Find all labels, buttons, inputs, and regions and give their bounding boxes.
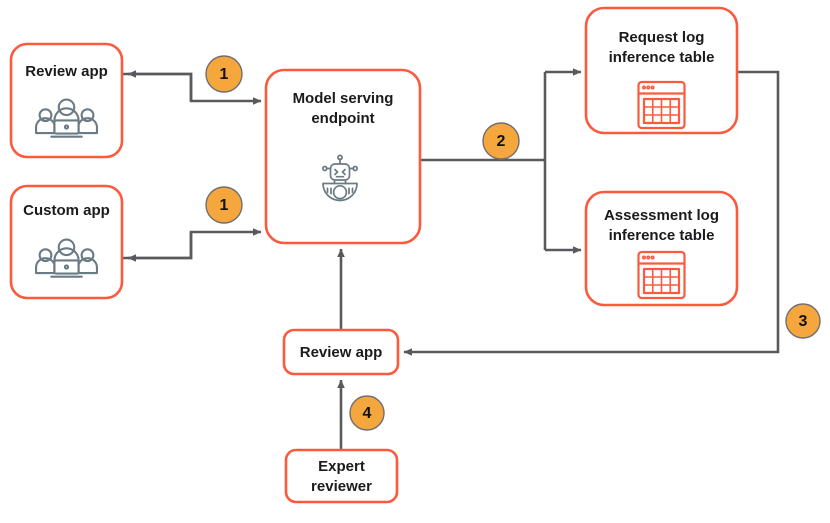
workflow-diagram: Review app Custom app Model serving endp…	[0, 0, 830, 523]
node-assessment-log-inference-table[interactable]: Assessment log inference table	[584, 190, 739, 307]
step-badge-number: 2	[497, 133, 506, 150]
step-badge-1-top[interactable]: 1	[205, 55, 243, 93]
connector-endpoint-to-custom-app	[127, 232, 193, 262]
node-custom-app[interactable]: Custom app	[9, 184, 124, 300]
node-model-serving-endpoint[interactable]: Model serving endpoint	[264, 68, 422, 245]
node-request-log-inference-table[interactable]: Request log inference table	[584, 6, 739, 135]
step-badge-number: 3	[799, 313, 808, 330]
node-review-app-top[interactable]: Review app	[9, 42, 124, 159]
custom-app-label: Custom app	[23, 202, 110, 219]
step-badge-3[interactable]: 3	[785, 303, 821, 339]
model-serving-endpoint-label-line1: Model serving	[293, 90, 394, 107]
step-badge-2[interactable]: 2	[482, 122, 520, 160]
request-log-label-line1: Request log	[619, 29, 705, 46]
request-log-label-line2: inference table	[609, 49, 715, 66]
node-review-app-bottom[interactable]: Review app	[282, 328, 400, 376]
review-app-bottom-label: Review app	[300, 344, 383, 361]
connector-endpoint-to-review-app	[127, 70, 193, 101]
model-serving-endpoint-label-line2: endpoint	[311, 110, 374, 127]
assessment-log-label-line2: inference table	[609, 227, 715, 244]
step-badge-1-bottom[interactable]: 1	[205, 186, 243, 224]
expert-reviewer-label-line2: reviewer	[311, 478, 372, 495]
assessment-log-label-line1: Assessment log	[604, 207, 719, 224]
step-badge-number: 1	[220, 66, 229, 83]
step-badge-number: 1	[220, 197, 229, 214]
diagram-canvas: Review app Custom app Model serving endp…	[9, 6, 821, 504]
step-badge-4[interactable]: 4	[349, 395, 385, 431]
review-app-top-label: Review app	[25, 63, 108, 80]
expert-reviewer-label-line1: Expert	[318, 458, 365, 475]
node-expert-reviewer[interactable]: Expert reviewer	[284, 448, 399, 504]
step-badge-number: 4	[363, 405, 372, 422]
